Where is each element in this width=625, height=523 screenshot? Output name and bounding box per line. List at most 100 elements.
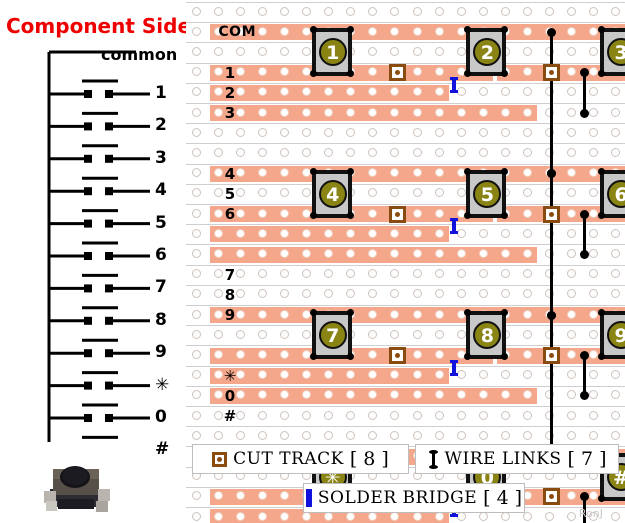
board-hole[interactable] (368, 410, 378, 420)
board-hole[interactable] (191, 430, 201, 440)
board-hole[interactable] (478, 269, 488, 279)
board-hole[interactable] (191, 127, 201, 137)
board-hole[interactable] (235, 350, 245, 359)
board-hole[interactable] (589, 228, 599, 238)
board-hole[interactable] (390, 430, 400, 440)
board-hole[interactable] (589, 87, 599, 97)
board-hole[interactable] (235, 430, 245, 440)
board-hole[interactable] (302, 148, 311, 157)
board-hole[interactable] (191, 168, 201, 178)
board-hole[interactable] (213, 329, 223, 339)
board-hole[interactable] (346, 289, 356, 299)
board-hole[interactable] (412, 6, 422, 16)
board-hole[interactable] (191, 148, 201, 157)
board-hole[interactable] (567, 47, 577, 56)
board-hole[interactable] (257, 289, 267, 299)
board-hole[interactable] (324, 127, 334, 137)
board-hole[interactable] (434, 168, 444, 178)
board-hole[interactable] (257, 350, 267, 359)
board-hole[interactable] (235, 511, 245, 521)
board-hole[interactable] (500, 107, 510, 117)
board-hole[interactable] (346, 430, 356, 440)
board-hole[interactable] (478, 410, 488, 420)
board-hole[interactable] (213, 491, 223, 501)
board-hole[interactable] (412, 390, 422, 400)
board-hole[interactable] (390, 410, 400, 420)
board-hole[interactable] (456, 269, 466, 279)
board-hole[interactable] (279, 249, 289, 258)
board-hole[interactable] (500, 249, 510, 258)
board-hole[interactable] (523, 87, 532, 97)
board-hole[interactable] (589, 370, 599, 380)
board-hole[interactable] (191, 208, 201, 218)
board-hole[interactable] (412, 26, 422, 36)
board-hole[interactable] (434, 127, 444, 137)
board-hole[interactable] (191, 491, 201, 501)
board-hole[interactable] (213, 127, 223, 137)
board-hole[interactable] (434, 188, 444, 198)
board-hole[interactable] (567, 26, 577, 36)
board-hole[interactable] (191, 269, 201, 279)
board-hole[interactable] (523, 350, 532, 359)
board-hole[interactable] (213, 430, 223, 440)
board-hole[interactable] (191, 6, 201, 16)
board-hole[interactable] (346, 410, 356, 420)
switch-module-8[interactable]: 8 (464, 309, 509, 361)
board-hole[interactable] (589, 390, 599, 400)
board-hole[interactable] (567, 228, 577, 238)
board-hole[interactable] (611, 430, 621, 440)
board-hole[interactable] (434, 208, 444, 218)
board-hole[interactable] (213, 148, 223, 157)
board-hole[interactable] (235, 329, 245, 339)
board-hole[interactable] (611, 390, 621, 400)
board-hole[interactable] (279, 430, 289, 440)
board-hole[interactable] (434, 249, 444, 258)
board-hole[interactable] (611, 6, 621, 16)
board-hole[interactable] (456, 370, 466, 380)
board-hole[interactable] (390, 188, 400, 198)
board-hole[interactable] (567, 127, 577, 137)
board-hole[interactable] (434, 87, 444, 97)
board-hole[interactable] (302, 249, 311, 258)
board-hole[interactable] (257, 249, 267, 258)
board-hole[interactable] (412, 329, 422, 339)
board-hole[interactable] (611, 148, 621, 157)
board-hole[interactable] (279, 329, 289, 339)
board-hole[interactable] (500, 269, 510, 279)
board-hole[interactable] (257, 168, 267, 178)
board-hole[interactable] (478, 249, 488, 258)
board-hole[interactable] (589, 430, 599, 440)
board-hole[interactable] (302, 430, 311, 440)
board-hole[interactable] (545, 6, 555, 16)
board-hole[interactable] (478, 430, 488, 440)
switch-module-6[interactable]: 6 (598, 167, 625, 220)
board-hole[interactable] (390, 289, 400, 299)
board-hole[interactable] (257, 67, 267, 77)
board-hole[interactable] (611, 87, 621, 97)
board-hole[interactable] (302, 410, 311, 420)
board-hole[interactable] (567, 511, 577, 521)
board-hole[interactable] (434, 350, 444, 359)
board-hole[interactable] (434, 107, 444, 117)
board-hole[interactable] (611, 107, 621, 117)
board-hole[interactable] (279, 511, 289, 521)
board-hole[interactable] (346, 269, 356, 279)
board-hole[interactable] (257, 430, 267, 440)
board-hole[interactable] (257, 148, 267, 157)
board-hole[interactable] (368, 269, 378, 279)
board-hole[interactable] (500, 228, 510, 238)
board-hole[interactable] (324, 289, 334, 299)
board-hole[interactable] (412, 47, 422, 56)
board-hole[interactable] (412, 87, 422, 97)
board-hole[interactable] (589, 127, 599, 137)
board-hole[interactable] (589, 107, 599, 117)
switch-module-7[interactable]: 7 (309, 309, 354, 361)
board-hole[interactable] (235, 6, 245, 16)
board-hole[interactable] (279, 289, 289, 299)
board-hole[interactable] (412, 249, 422, 258)
board-hole[interactable] (213, 228, 223, 238)
board-hole[interactable] (456, 6, 466, 16)
board-hole[interactable] (412, 208, 422, 218)
board-hole[interactable] (235, 148, 245, 157)
board-hole[interactable] (324, 107, 334, 117)
